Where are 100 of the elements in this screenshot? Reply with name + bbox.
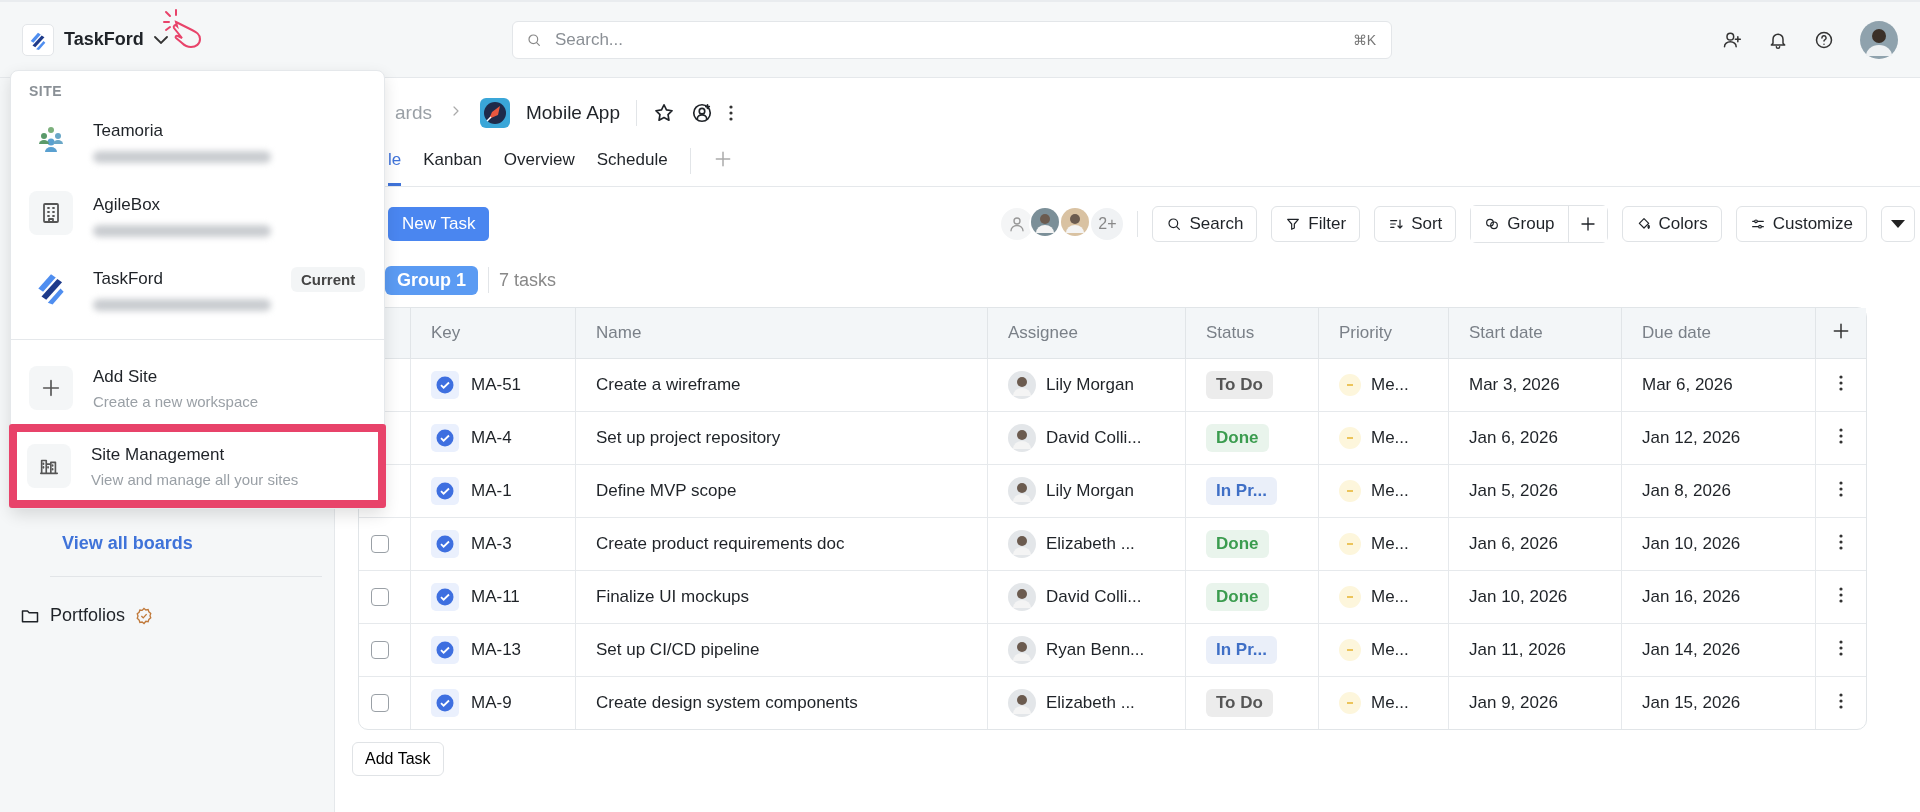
start-date: Jan 9, 2026 (1469, 693, 1558, 712)
check-circle-icon (436, 694, 454, 712)
column-header[interactable]: Assignee (1008, 323, 1078, 342)
task-key[interactable]: MA-3 (471, 534, 512, 554)
dropdown-button[interactable] (1881, 206, 1915, 242)
view-tab[interactable]: Kanban (423, 136, 482, 186)
avatar (1008, 371, 1036, 399)
chevron-down-icon[interactable] (153, 35, 168, 44)
more-icon[interactable] (729, 105, 733, 121)
view-tab[interactable]: Overview (503, 136, 575, 186)
task-count: 7 tasks (499, 269, 557, 291)
add-group-button[interactable] (1567, 206, 1607, 242)
task-name[interactable]: Set up project repository (596, 428, 781, 447)
row-menu-icon[interactable] (1839, 639, 1843, 656)
priority-label: Me... (1371, 481, 1409, 501)
column-header[interactable]: Due date (1642, 323, 1711, 342)
toolbar-button[interactable]: Customize (1735, 206, 1867, 242)
row-checkbox[interactable] (371, 535, 389, 553)
column-header[interactable]: Key (431, 323, 461, 342)
task-name[interactable]: Create design system components (596, 693, 858, 712)
assignee-name: David Colli... (1046, 587, 1142, 607)
column-header[interactable]: Name (596, 323, 642, 342)
toolbar-button[interactable]: Filter (1271, 206, 1361, 242)
avatar (1008, 636, 1036, 664)
rocket-icon (479, 98, 510, 128)
start-date: Jan 6, 2026 (1469, 428, 1558, 447)
toolbar-button[interactable]: Colors (1621, 206, 1722, 242)
add-task-button[interactable]: Add Task (352, 742, 444, 776)
workspace-name[interactable]: TaskFord (64, 29, 144, 50)
view-all-boards-link[interactable]: View all boards (0, 533, 334, 554)
column-header[interactable]: Priority (1339, 323, 1392, 342)
priority-label: Me... (1371, 640, 1409, 660)
priority-icon (1339, 480, 1361, 502)
start-date: Jan 10, 2026 (1469, 587, 1568, 606)
status-tag[interactable]: To Do (1206, 371, 1273, 399)
row-menu-icon[interactable] (1839, 692, 1843, 709)
check-circle-icon (436, 429, 454, 447)
task-key[interactable]: MA-1 (471, 481, 512, 501)
due-date: Mar 6, 2026 (1642, 375, 1733, 394)
due-date: Jan 10, 2026 (1642, 534, 1741, 553)
priority-icon (1339, 427, 1361, 449)
status-tag[interactable]: To Do (1206, 689, 1273, 717)
caret-icon (1890, 218, 1906, 230)
verified-badge-icon (135, 606, 154, 625)
check-circle-icon (436, 376, 454, 394)
view-tab[interactable]: Schedule (596, 136, 668, 186)
status-tag[interactable]: In Pr... (1206, 636, 1278, 664)
row-menu-icon[interactable] (1839, 427, 1843, 444)
row-menu-icon[interactable] (1839, 480, 1843, 497)
assignee-name: Elizabeth ... (1046, 693, 1135, 713)
check-circle-icon (436, 641, 454, 659)
task-key[interactable]: MA-11 (471, 587, 520, 607)
start-date: Jan 6, 2026 (1469, 534, 1558, 553)
task-name[interactable]: Create a wireframe (596, 375, 741, 394)
avatar (1008, 583, 1036, 611)
start-date: Jan 11, 2026 (1469, 640, 1567, 659)
priority-icon (1339, 692, 1361, 714)
priority-label: Me... (1371, 693, 1409, 713)
status-tag[interactable]: In Pr... (1206, 477, 1278, 505)
new-task-button[interactable]: New Task (388, 207, 490, 241)
task-key[interactable]: MA-51 (471, 375, 522, 395)
due-date: Jan 15, 2026 (1642, 693, 1741, 712)
view-tab[interactable]: le (388, 136, 402, 186)
due-date: Jan 8, 2026 (1642, 481, 1731, 500)
toolbar-button[interactable]: Sort (1374, 206, 1457, 242)
search-icon (1166, 216, 1183, 232)
task-key[interactable]: MA-4 (471, 428, 512, 448)
menu-action[interactable]: Add Site Create a new workspace (11, 352, 384, 424)
site-item[interactable]: Teamoria (11, 109, 384, 183)
row-menu-icon[interactable] (1839, 586, 1843, 603)
plus-icon (1578, 215, 1597, 233)
task-key[interactable]: MA-9 (471, 693, 512, 713)
column-header[interactable]: Start date (1469, 323, 1543, 342)
current-badge: Current (291, 267, 366, 292)
task-key[interactable]: MA-13 (471, 640, 522, 660)
task-name[interactable]: Define MVP scope (596, 481, 737, 500)
row-menu-icon[interactable] (1839, 533, 1843, 550)
task-name[interactable]: Create product requirements doc (596, 534, 845, 553)
task-name[interactable]: Finalize UI mockups (596, 587, 750, 606)
filter-icon (1285, 216, 1302, 232)
menu-action[interactable]: Site Management View and manage all your sites (9, 424, 386, 508)
site-item[interactable]: AgileBox (11, 183, 384, 257)
toolbar-button[interactable]: Search (1152, 206, 1258, 242)
search-icon (526, 31, 542, 48)
check-circle-icon (436, 482, 454, 500)
sidebar-item[interactable]: Portfolios (50, 605, 126, 626)
row-menu-icon[interactable] (1839, 374, 1843, 391)
assignee-name: Ryan Benn... (1046, 640, 1145, 660)
assignee-name: Elizabeth ... (1046, 534, 1135, 554)
avatar (1008, 477, 1036, 505)
user-avatar[interactable] (1860, 20, 1898, 59)
row-checkbox[interactable] (371, 588, 389, 606)
column-header[interactable]: Status (1206, 323, 1255, 342)
row-checkbox[interactable] (371, 641, 389, 659)
help-icon (1814, 29, 1834, 50)
task-name[interactable]: Set up CI/CD pipeline (596, 640, 760, 659)
row-checkbox[interactable] (371, 694, 389, 712)
site-item[interactable]: TaskFord Current (11, 257, 384, 331)
assignee-name: Lily Morgan (1046, 375, 1134, 395)
priority-icon (1339, 374, 1361, 396)
